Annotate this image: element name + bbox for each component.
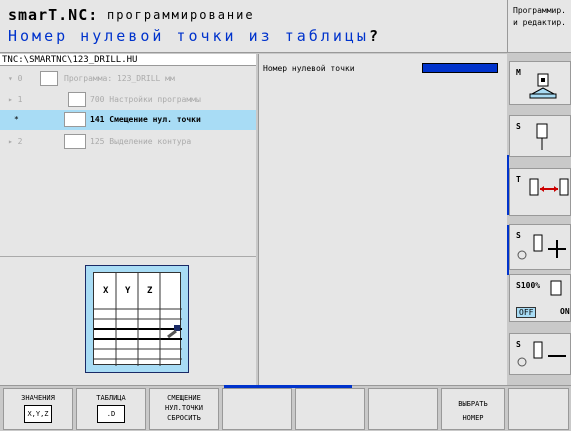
softkey-table[interactable]: ТАБЛИЦА .D <box>76 388 146 430</box>
m-function-button[interactable]: M <box>509 61 571 105</box>
xyz-icon: X,Y,Z <box>24 405 52 423</box>
softkey-empty-6[interactable] <box>368 388 438 430</box>
mode-box-line1: Программир. <box>513 6 566 15</box>
softkey-select-number[interactable]: ВЫБРАТЬ НОМЕР <box>441 388 505 430</box>
spindle-minus-icon <box>517 341 566 367</box>
prompt-text: Номер нулевой точки из таблицы? <box>8 27 381 45</box>
column-header-x: X <box>103 286 109 296</box>
spindle-plus-icon <box>517 234 566 260</box>
tree-row-settings[interactable]: ▸ 1 700 Настройки программы <box>0 90 256 110</box>
spindle-icon <box>536 123 548 150</box>
softkey-select-line1: ВЫБРАТЬ <box>458 400 488 408</box>
softkey-reset-line1: СМЕЩЕНИЕ <box>167 394 201 402</box>
datum-shift-icon <box>64 112 86 127</box>
softkey-values[interactable]: ЗНАЧЕНИЯ X,Y,Z <box>3 388 73 430</box>
app-title: smarT.NC: <box>8 6 99 24</box>
spindle-override-icon <box>550 280 562 296</box>
spindle-override-button[interactable]: S100% OFF ON <box>509 274 571 322</box>
tree-mark: ▸ 2 <box>8 137 23 146</box>
column-header-z: Z <box>147 286 153 296</box>
program-icon <box>40 71 58 86</box>
tree-mark: * <box>14 115 19 124</box>
tree-mark: ▾ 0 <box>8 74 23 83</box>
settings-icon <box>68 92 86 107</box>
off-label: OFF <box>516 307 537 318</box>
prompt-label: Номер нулевой точки из таблицы <box>8 27 369 45</box>
softkey-empty-8[interactable] <box>508 388 569 430</box>
softkey-table-label: ТАБЛИЦА <box>96 394 126 402</box>
contour-icon <box>64 134 86 149</box>
column-header-y: Y <box>125 286 131 296</box>
datum-number-input[interactable] <box>422 63 498 73</box>
tree-mark: ▸ 1 <box>8 95 23 104</box>
tree-row-contour[interactable]: ▸ 2 125 Выделение контура <box>0 132 256 152</box>
spindle-s-button[interactable]: S <box>509 115 571 157</box>
prompt-mark: ? <box>368 27 381 45</box>
file-path: TNC:\SMARTNC\123_DRILL.HU <box>0 54 256 66</box>
mode-box-line2: и редактир. <box>513 18 566 27</box>
softkey-select-line2: НОМЕР <box>462 414 484 422</box>
s100-label: S100% <box>516 281 541 290</box>
tree-label: Программа: 123_DRILL мм <box>64 74 175 83</box>
tree-label: 700 Настройки программы <box>90 95 201 104</box>
spindle-plus-button[interactable]: S <box>509 224 571 270</box>
softkey-reset-line2: НУЛ.ТОЧКИ <box>165 404 203 412</box>
softkey-reset-datum[interactable]: СМЕЩЕНИЕ НУЛ.ТОЧКИ СБРОСИТЬ <box>149 388 219 430</box>
tree-row-datum-shift[interactable]: * 141 Смещение нул. точки <box>0 110 256 130</box>
s-label: S <box>516 122 521 131</box>
softkey-empty-5[interactable] <box>295 388 365 430</box>
softkey-reset-line3: СБРОСИТЬ <box>167 414 201 422</box>
softkey-values-label: ЗНАЧЕНИЯ <box>21 394 55 402</box>
datum-number-label: Номер нулевой точки <box>263 64 355 73</box>
tree-label: 125 Выделение контура <box>90 137 192 146</box>
tool-change-icon <box>529 178 569 196</box>
tool-t-button[interactable]: T <box>509 168 571 216</box>
mode-box: Программир. и редактир. <box>507 0 571 53</box>
softkey-empty-4[interactable] <box>222 388 292 430</box>
tree-row-program[interactable]: ▾ 0 Программа: 123_DRILL мм <box>0 69 256 89</box>
t-label: T <box>516 175 521 184</box>
tree-label: 141 Смещение нул. точки <box>90 115 201 124</box>
program-tree: ▾ 0 Программа: 123_DRILL мм ▸ 1 700 Наст… <box>0 66 256 256</box>
on-label: ON <box>560 307 570 316</box>
header: smarT.NC: программирование Номер нулевой… <box>0 0 507 53</box>
m-label: M <box>516 68 521 77</box>
form-panel <box>258 54 507 385</box>
table-file-icon: .D <box>97 405 125 423</box>
spindle-minus-button[interactable]: S <box>509 333 571 375</box>
mode-text: программирование <box>107 8 255 22</box>
spindle-m-icon <box>529 73 557 99</box>
